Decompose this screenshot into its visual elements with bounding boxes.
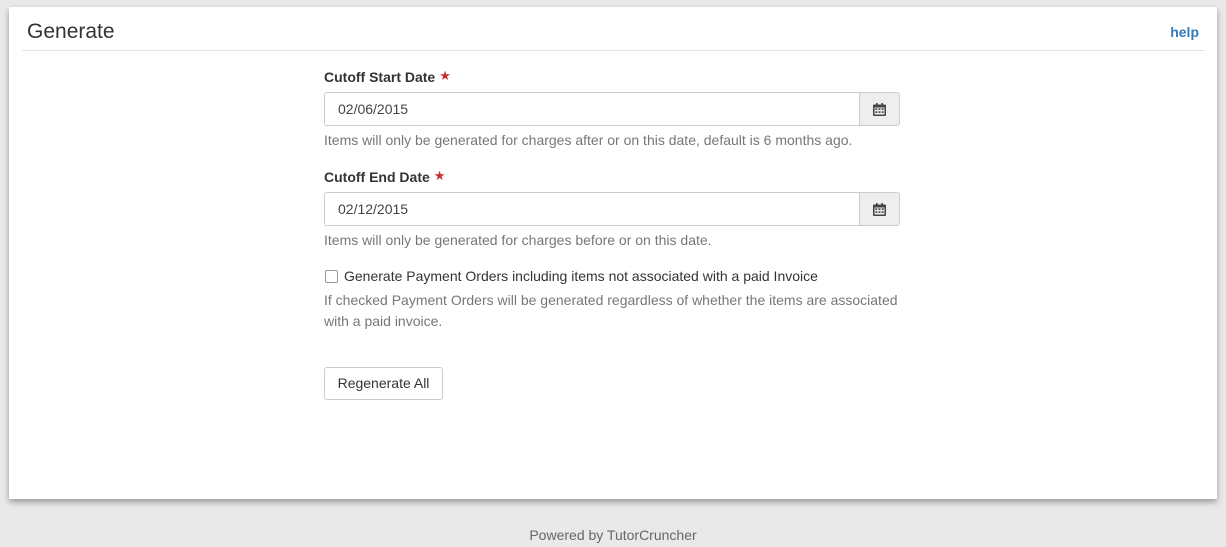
cutoff-end-date-label: Cutoff End Date ★ [324, 168, 446, 186]
cutoff-start-date-label-text: Cutoff Start Date [324, 69, 436, 85]
cutoff-end-date-label-text: Cutoff End Date [324, 169, 430, 185]
footer-powered-by: Powered by TutorCruncher [529, 527, 697, 543]
cutoff-start-date-input[interactable]: 02/06/2015 [324, 92, 859, 126]
calendar-icon [873, 203, 886, 216]
required-star-icon: ★ [433, 168, 446, 183]
cutoff-end-date-input[interactable]: 02/12/2015 [324, 192, 859, 226]
cutoff-start-date-group: 02/06/2015 [324, 92, 900, 126]
include-unpaid-help-line-2: with a paid invoice. [324, 313, 443, 329]
cutoff-start-date-picker-button[interactable] [859, 92, 900, 126]
regenerate-all-button[interactable]: Regenerate All [324, 367, 443, 400]
cutoff-end-date-picker-button[interactable] [859, 192, 900, 226]
include-unpaid-label[interactable]: Generate Payment Orders including items … [344, 268, 818, 284]
cutoff-end-date-help: Items will only be generated for charges… [324, 232, 712, 248]
cutoff-start-date-label: Cutoff Start Date ★ [324, 68, 451, 86]
panel-header: Generate help [22, 7, 1205, 51]
cutoff-start-date-help: Items will only be generated for charges… [324, 132, 853, 148]
generate-panel: Generate help Cutoff Start Date ★ 02/06/2… [9, 7, 1217, 499]
include-unpaid-help-line-1: If checked Payment Orders will be genera… [324, 292, 898, 308]
calendar-icon [873, 103, 886, 116]
include-unpaid-checkbox[interactable] [325, 270, 338, 283]
page-title: Generate [27, 20, 115, 43]
include-unpaid-row: Generate Payment Orders including items … [324, 268, 900, 286]
cutoff-end-date-group: 02/12/2015 [324, 192, 900, 226]
required-star-icon: ★ [439, 68, 451, 83]
help-link[interactable]: help [1170, 24, 1199, 40]
